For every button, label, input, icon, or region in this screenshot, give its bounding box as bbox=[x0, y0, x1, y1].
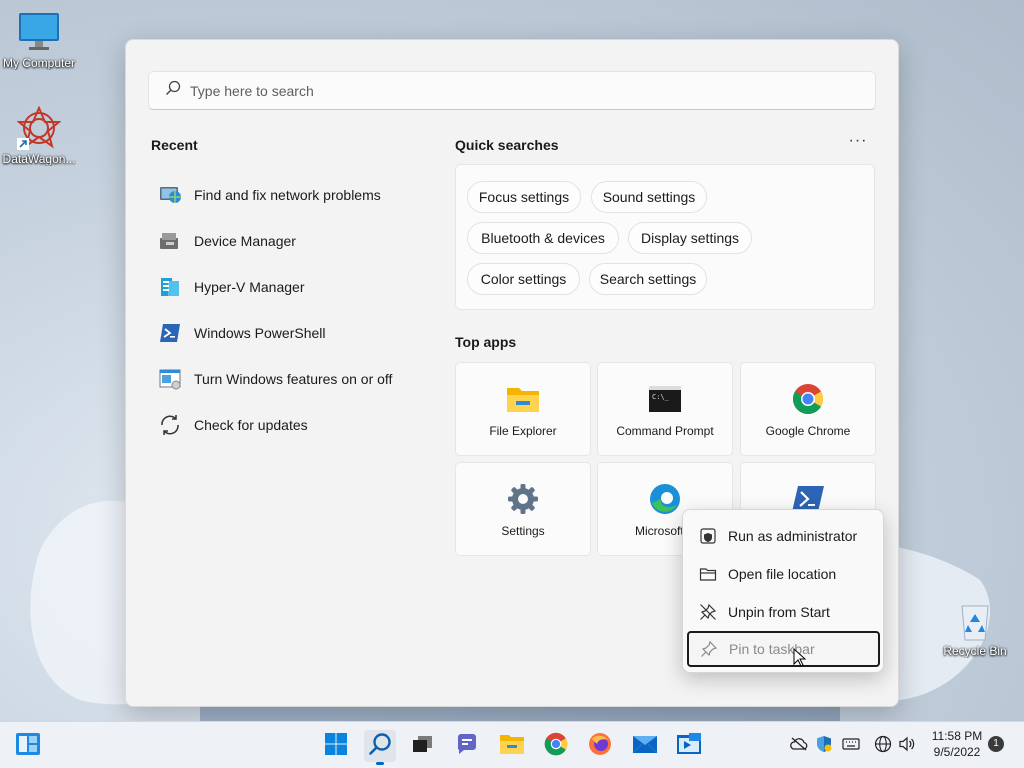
desktop-icon-label: DataWagon... bbox=[2, 152, 76, 166]
recent-item-powershell[interactable]: Windows PowerShell bbox=[158, 310, 438, 356]
recent-item-label: Hyper-V Manager bbox=[194, 279, 305, 295]
more-options-icon[interactable]: ··· bbox=[848, 133, 868, 153]
run-as-administrator-item[interactable]: Run as administrator bbox=[688, 519, 879, 553]
recent-item-label: Windows PowerShell bbox=[194, 325, 326, 341]
recent-title: Recent bbox=[151, 137, 198, 153]
unpin-icon bbox=[698, 602, 718, 622]
recent-item-label: Device Manager bbox=[194, 233, 296, 249]
firefox-icon bbox=[588, 732, 612, 761]
context-item-label: Open file location bbox=[728, 566, 837, 582]
taskbar-clock[interactable]: 11:58 PM 9/5/2022 bbox=[926, 728, 988, 760]
svg-text:C:\_: C:\_ bbox=[652, 393, 670, 401]
keyboard-icon[interactable] bbox=[842, 735, 860, 753]
app-tile-settings[interactable]: Settings bbox=[455, 462, 591, 556]
context-item-label: Unpin from Start bbox=[728, 604, 830, 620]
shield-icon bbox=[698, 526, 718, 546]
datawagon-shortcut-icon bbox=[16, 105, 62, 150]
taskbar-firefox-button[interactable] bbox=[584, 730, 616, 762]
security-shield-icon[interactable] bbox=[815, 735, 833, 753]
mouse-cursor-icon bbox=[793, 648, 807, 667]
edge-icon bbox=[648, 482, 682, 516]
powershell-icon bbox=[158, 321, 182, 345]
recent-item-device-manager[interactable]: Device Manager bbox=[158, 218, 438, 264]
recent-item-label: Check for updates bbox=[194, 417, 308, 433]
widgets-button[interactable] bbox=[12, 730, 44, 762]
taskbar-search-button[interactable] bbox=[364, 730, 396, 765]
volume-icon[interactable] bbox=[898, 735, 916, 753]
recent-item-check-updates[interactable]: Check for updates bbox=[158, 402, 438, 448]
search-icon bbox=[165, 80, 181, 101]
recycle-bin-icon bbox=[953, 598, 997, 642]
open-file-location-item[interactable]: Open file location bbox=[688, 557, 879, 591]
chip-focus-settings[interactable]: Focus settings bbox=[467, 181, 581, 213]
search-input[interactable]: Type here to search bbox=[190, 83, 314, 99]
network-globe-icon[interactable] bbox=[874, 735, 892, 753]
device-manager-icon bbox=[158, 229, 182, 253]
recent-item-label: Find and fix network problems bbox=[194, 187, 381, 203]
top-apps-title: Top apps bbox=[455, 334, 517, 350]
recent-item-hyper-v[interactable]: Hyper-V Manager bbox=[158, 264, 438, 310]
context-menu: Run as administrator Open file location … bbox=[682, 509, 884, 673]
recent-item-windows-features[interactable]: Turn Windows features on or off bbox=[158, 356, 438, 402]
desktop-icon-label: Recycle Bin bbox=[943, 644, 1007, 658]
chrome-icon bbox=[544, 732, 568, 761]
desktop-icon-my-computer[interactable]: My Computer bbox=[0, 10, 78, 70]
task-view-icon bbox=[412, 734, 434, 759]
quick-searches-panel: Focus settings Sound settings Bluetooth … bbox=[455, 164, 875, 310]
clock-date: 9/5/2022 bbox=[933, 745, 981, 759]
desktop-icon-label: My Computer bbox=[2, 56, 76, 70]
desktop-icon-datawagon[interactable]: DataWagon... bbox=[0, 105, 78, 166]
taskbar-chrome-button[interactable] bbox=[540, 730, 572, 762]
command-prompt-icon: C:\_ bbox=[648, 382, 682, 416]
app-tile-label: File Explorer bbox=[489, 424, 557, 438]
app-tile-file-explorer[interactable]: File Explorer bbox=[455, 362, 591, 456]
taskbar-mail-button[interactable] bbox=[629, 730, 661, 762]
remote-desktop-icon bbox=[676, 732, 702, 761]
taskbar-start-button[interactable] bbox=[320, 730, 352, 762]
file-explorer-icon bbox=[506, 382, 540, 416]
chrome-icon bbox=[791, 382, 825, 416]
mail-icon bbox=[632, 734, 658, 759]
recent-item-label: Turn Windows features on or off bbox=[194, 371, 393, 387]
taskbar-chat-button[interactable] bbox=[451, 730, 483, 762]
context-item-label: Run as administrator bbox=[728, 528, 858, 544]
chip-search-settings[interactable]: Search settings bbox=[589, 263, 707, 295]
monitor-icon bbox=[17, 10, 61, 54]
app-tile-command-prompt[interactable]: C:\_ Command Prompt bbox=[597, 362, 733, 456]
teams-chat-icon bbox=[455, 732, 479, 761]
taskbar bbox=[0, 721, 1024, 768]
taskbar-file-explorer-button[interactable] bbox=[496, 730, 528, 762]
cloud-offline-icon[interactable] bbox=[790, 735, 808, 753]
search-box[interactable]: Type here to search bbox=[148, 71, 876, 110]
app-tile-label: Settings bbox=[501, 524, 545, 538]
network-troubleshoot-icon bbox=[158, 183, 182, 207]
notification-badge[interactable]: 1 bbox=[988, 736, 1004, 752]
quick-searches-title: Quick searches bbox=[455, 137, 559, 153]
app-tile-google-chrome[interactable]: Google Chrome bbox=[740, 362, 876, 456]
folder-icon bbox=[698, 564, 718, 584]
chip-bluetooth-devices[interactable]: Bluetooth & devices bbox=[467, 222, 619, 254]
update-icon bbox=[158, 413, 182, 437]
chip-color-settings[interactable]: Color settings bbox=[467, 263, 580, 295]
search-icon bbox=[368, 732, 392, 761]
chip-sound-settings[interactable]: Sound settings bbox=[591, 181, 707, 213]
taskbar-remote-desktop-button[interactable] bbox=[673, 730, 705, 762]
widgets-icon bbox=[15, 732, 41, 761]
app-tile-label: Google Chrome bbox=[765, 424, 851, 438]
pin-icon bbox=[699, 639, 719, 659]
windows-logo-icon bbox=[324, 732, 348, 761]
file-explorer-icon bbox=[499, 733, 525, 760]
windows-features-icon bbox=[158, 367, 182, 391]
chip-display-settings[interactable]: Display settings bbox=[628, 222, 752, 254]
unpin-from-start-item[interactable]: Unpin from Start bbox=[688, 595, 879, 629]
recent-item-network[interactable]: Find and fix network problems bbox=[158, 172, 438, 218]
pin-to-taskbar-item[interactable]: Pin to taskbar bbox=[687, 631, 880, 667]
clock-time: 11:58 PM bbox=[931, 729, 983, 743]
recent-list: Find and fix network problems Device Man… bbox=[158, 172, 438, 448]
app-tile-label: Command Prompt bbox=[616, 424, 714, 438]
settings-gear-icon bbox=[506, 482, 540, 516]
hyper-v-icon bbox=[158, 275, 182, 299]
taskbar-task-view-button[interactable] bbox=[407, 730, 439, 762]
desktop-icon-recycle-bin[interactable]: Recycle Bin bbox=[936, 598, 1014, 658]
